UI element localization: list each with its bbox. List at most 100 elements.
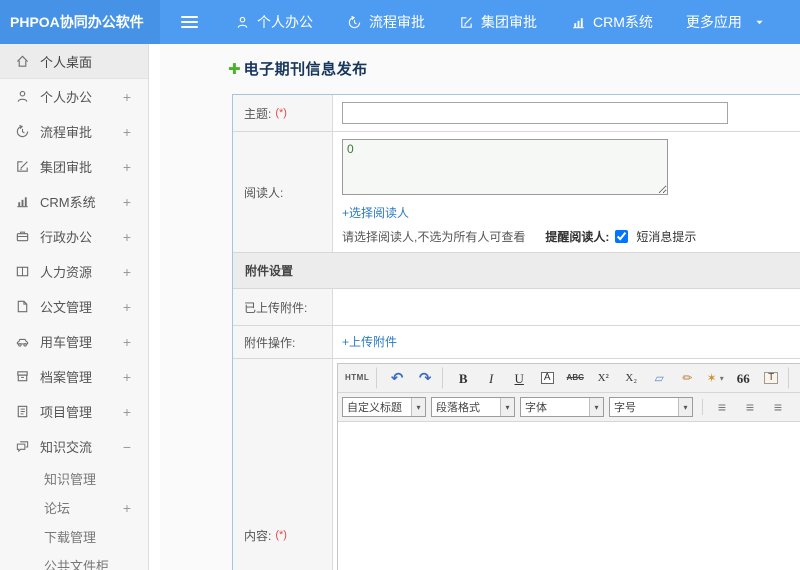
chat-icon xyxy=(15,439,30,454)
car-icon xyxy=(15,334,30,349)
sidebar-item[interactable]: 流程审批 + xyxy=(0,114,148,149)
sidebar-item[interactable]: CRM系统 + xyxy=(0,184,148,219)
superscript-button[interactable]: X² xyxy=(590,367,616,389)
paragraph-select[interactable]: 段落格式 ▾ xyxy=(431,397,515,417)
expand-toggle-icon[interactable]: + xyxy=(123,159,131,175)
sidebar-item[interactable]: 知识管理 xyxy=(0,464,148,493)
sidebar-item[interactable]: 集团审批 + xyxy=(0,149,148,184)
sidebar-item[interactable]: 公共文件柜 xyxy=(0,551,148,570)
sidebar-item-label: 公共文件柜 xyxy=(44,559,110,570)
underline-button[interactable]: U xyxy=(506,367,532,389)
topnav-item[interactable]: CRM系统 xyxy=(554,0,670,44)
add-plus-icon: ✚ xyxy=(228,60,241,78)
document-icon xyxy=(15,299,30,314)
align-left-button[interactable]: ≡ xyxy=(709,396,735,418)
readers-row: 阅读人: 0 +选择阅读人 请选择阅读人,不选为所有人可查看 提醒阅读人: 短消… xyxy=(233,132,800,253)
upload-attachment-link[interactable]: +上传附件 xyxy=(342,333,397,350)
sidebar-item-label: 个人办公 xyxy=(40,90,93,105)
expand-toggle-icon[interactable]: + xyxy=(123,500,131,516)
expand-toggle-icon[interactable]: + xyxy=(123,194,131,210)
sidebar-item[interactable]: 论坛 + xyxy=(0,493,148,522)
expand-toggle-icon[interactable]: + xyxy=(123,404,131,420)
align-right-button[interactable]: ≡ xyxy=(765,396,791,418)
subscript-button[interactable]: X₂ xyxy=(618,367,644,389)
sidebar-item-label: 项目管理 xyxy=(40,405,93,420)
topnav-item[interactable]: 集团审批 xyxy=(442,0,554,44)
topnav-item-more-apps[interactable]: 更多应用 xyxy=(670,0,781,44)
italic-button[interactable]: I xyxy=(478,367,504,389)
sms-remind-label: 短消息提示 xyxy=(636,230,697,244)
subject-input[interactable] xyxy=(342,102,728,124)
attachment-actions-label: 附件操作: xyxy=(244,335,296,350)
menu-icon[interactable] xyxy=(160,0,218,44)
align-center-button[interactable]: ≡ xyxy=(737,396,763,418)
align-justify-button[interactable]: ≡ xyxy=(793,396,800,418)
topnav-item-label: CRM系统 xyxy=(593,14,653,30)
expand-toggle-icon[interactable]: + xyxy=(123,299,131,315)
topnav-item[interactable]: 个人办公 xyxy=(218,0,330,44)
font-color-button[interactable]: A xyxy=(796,367,800,389)
expand-toggle-icon[interactable]: + xyxy=(123,264,131,280)
sms-remind-checkbox[interactable] xyxy=(615,230,629,243)
page-title: ✚ 电子期刊信息发布 xyxy=(160,44,800,79)
main-content: ✚ 电子期刊信息发布 主题: (*) 阅读人: 0 +选择阅读人 请选择阅读人,… xyxy=(160,44,800,570)
sidebar-item[interactable]: 公文管理 + xyxy=(0,289,148,324)
strikethrough-button[interactable]: ABC xyxy=(562,367,588,389)
expand-toggle-icon[interactable]: − xyxy=(123,439,131,455)
undo-button[interactable]: ↶ xyxy=(384,367,410,389)
paste-text-button[interactable]: T xyxy=(758,367,790,389)
required-mark: (*) xyxy=(275,529,287,541)
topnav-item-label: 个人办公 xyxy=(257,14,313,30)
home-icon xyxy=(15,54,30,69)
expand-toggle-icon[interactable]: + xyxy=(123,124,131,140)
bold-button[interactable]: B xyxy=(450,367,476,389)
sidebar-item[interactable]: 行政办公 + xyxy=(0,219,148,254)
briefcase-icon xyxy=(15,229,30,244)
expand-toggle-icon[interactable]: + xyxy=(123,334,131,350)
font-style-button[interactable]: A xyxy=(534,367,560,389)
readers-textarea[interactable]: 0 xyxy=(342,139,668,195)
redo-button[interactable]: ↷ xyxy=(412,367,444,389)
sidebar-item[interactable]: 用车管理 + xyxy=(0,324,148,359)
sidebar-item-label: 公文管理 xyxy=(40,300,93,315)
sidebar-item-label: 集团审批 xyxy=(40,160,93,175)
expand-toggle-icon[interactable]: + xyxy=(123,89,131,105)
expand-toggle-icon[interactable]: + xyxy=(123,369,131,385)
sidebar-item[interactable]: 档案管理 + xyxy=(0,359,148,394)
sidebar-item[interactable]: 项目管理 + xyxy=(0,394,148,429)
editor-content-area[interactable] xyxy=(338,422,800,570)
sidebar-item-label: 行政办公 xyxy=(40,230,93,245)
sidebar-item[interactable]: 知识交流 − xyxy=(0,429,148,464)
sidebar-item[interactable]: 个人桌面 xyxy=(0,44,148,79)
font-family-select[interactable]: 字体 ▾ xyxy=(520,397,604,417)
sidebar-item[interactable]: 个人办公 + xyxy=(0,79,148,114)
sidebar-item[interactable]: 人力资源 + xyxy=(0,254,148,289)
caret-down-icon: ▾ xyxy=(589,398,603,416)
caret-down-icon: ▾ xyxy=(411,398,425,416)
select-readers-link[interactable]: +选择阅读人 xyxy=(342,204,409,221)
subject-row: 主题: (*) xyxy=(233,95,800,132)
sidebar-item-label: CRM系统 xyxy=(40,195,96,210)
history-icon xyxy=(347,15,362,30)
magic-wand-button[interactable]: ✶ xyxy=(702,367,728,389)
person-icon xyxy=(15,89,30,104)
chart-icon xyxy=(571,15,586,30)
topnav-item-label: 集团审批 xyxy=(481,14,537,30)
topnav-item[interactable]: 流程审批 xyxy=(330,0,442,44)
font-size-select[interactable]: 字号 ▾ xyxy=(609,397,693,417)
readers-hint: 请选择阅读人,不选为所有人可查看 xyxy=(342,230,526,244)
eraser-button[interactable]: ▱ xyxy=(646,367,672,389)
editor-toolbar-row2: 自定义标题 ▾ 段落格式 ▾ 字体 ▾ 字号 ▾ ≡ ≡ ≡ xyxy=(338,393,800,422)
format-brush-button[interactable]: ✏ xyxy=(674,367,700,389)
blockquote-button[interactable]: 66 xyxy=(730,367,756,389)
content-row: 内容: (*) HTML ↶ ↷ B I U A ABC X² X₂ ▱ ✏ ✶… xyxy=(233,359,800,570)
html-source-button[interactable]: HTML xyxy=(342,367,378,389)
heading-select[interactable]: 自定义标题 ▾ xyxy=(342,397,426,417)
expand-toggle-icon[interactable]: + xyxy=(123,229,131,245)
content-label: 内容: xyxy=(244,528,272,543)
sidebar-item[interactable]: 下载管理 xyxy=(0,522,148,551)
required-mark: (*) xyxy=(275,107,287,119)
sidebar-item-label: 个人桌面 xyxy=(40,54,93,70)
uploaded-attachments-label: 已上传附件: xyxy=(244,300,308,315)
caret-down-icon: ▾ xyxy=(500,398,514,416)
